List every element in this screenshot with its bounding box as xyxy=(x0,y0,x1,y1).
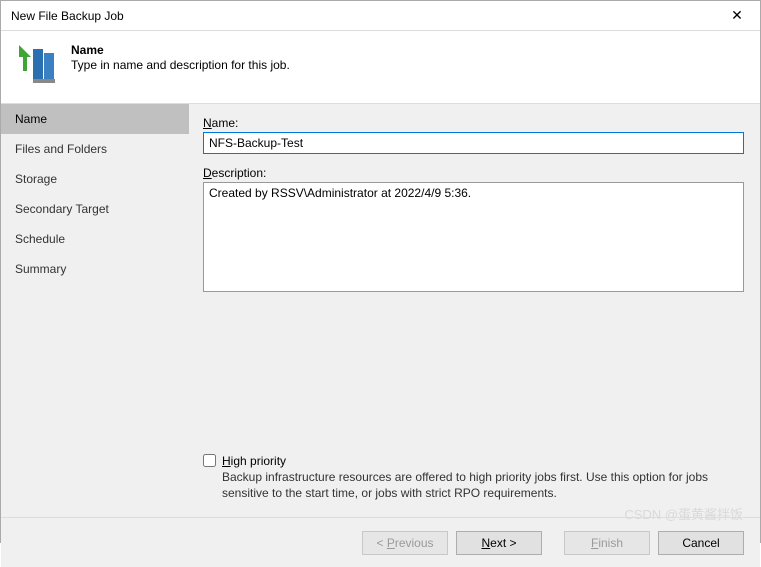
page-title: Name xyxy=(71,43,290,57)
window-title: New File Backup Job xyxy=(11,9,714,23)
high-priority-checkbox-row[interactable]: High priority xyxy=(203,454,744,468)
sidebar-item-schedule[interactable]: Schedule xyxy=(1,224,189,254)
wizard-icon xyxy=(13,41,61,89)
name-input[interactable] xyxy=(203,132,744,154)
sidebar: Name Files and Folders Storage Secondary… xyxy=(1,104,189,517)
description-label: Description: xyxy=(203,166,744,180)
titlebar: New File Backup Job ✕ xyxy=(1,1,760,31)
close-icon: ✕ xyxy=(731,7,743,24)
sidebar-item-summary[interactable]: Summary xyxy=(1,254,189,284)
sidebar-item-secondary-target[interactable]: Secondary Target xyxy=(1,194,189,224)
high-priority-block: High priority Backup infrastructure reso… xyxy=(203,454,744,507)
sidebar-item-files-and-folders[interactable]: Files and Folders xyxy=(1,134,189,164)
name-label: Name: xyxy=(203,116,744,130)
high-priority-description: Backup infrastructure resources are offe… xyxy=(222,469,744,501)
sidebar-item-storage[interactable]: Storage xyxy=(1,164,189,194)
header: Name Type in name and description for th… xyxy=(1,31,760,103)
page-subtitle: Type in name and description for this jo… xyxy=(71,58,290,72)
sidebar-item-name[interactable]: Name xyxy=(1,104,189,134)
wizard-body: Name Files and Folders Storage Secondary… xyxy=(1,103,760,517)
close-button[interactable]: ✕ xyxy=(714,1,760,31)
high-priority-label: High priority xyxy=(222,454,286,468)
high-priority-checkbox[interactable] xyxy=(203,454,216,467)
description-input[interactable] xyxy=(203,182,744,292)
footer: < Previous Next > Finish Cancel xyxy=(1,517,760,567)
content-area: Name: Description: High priority Backup … xyxy=(189,104,760,517)
